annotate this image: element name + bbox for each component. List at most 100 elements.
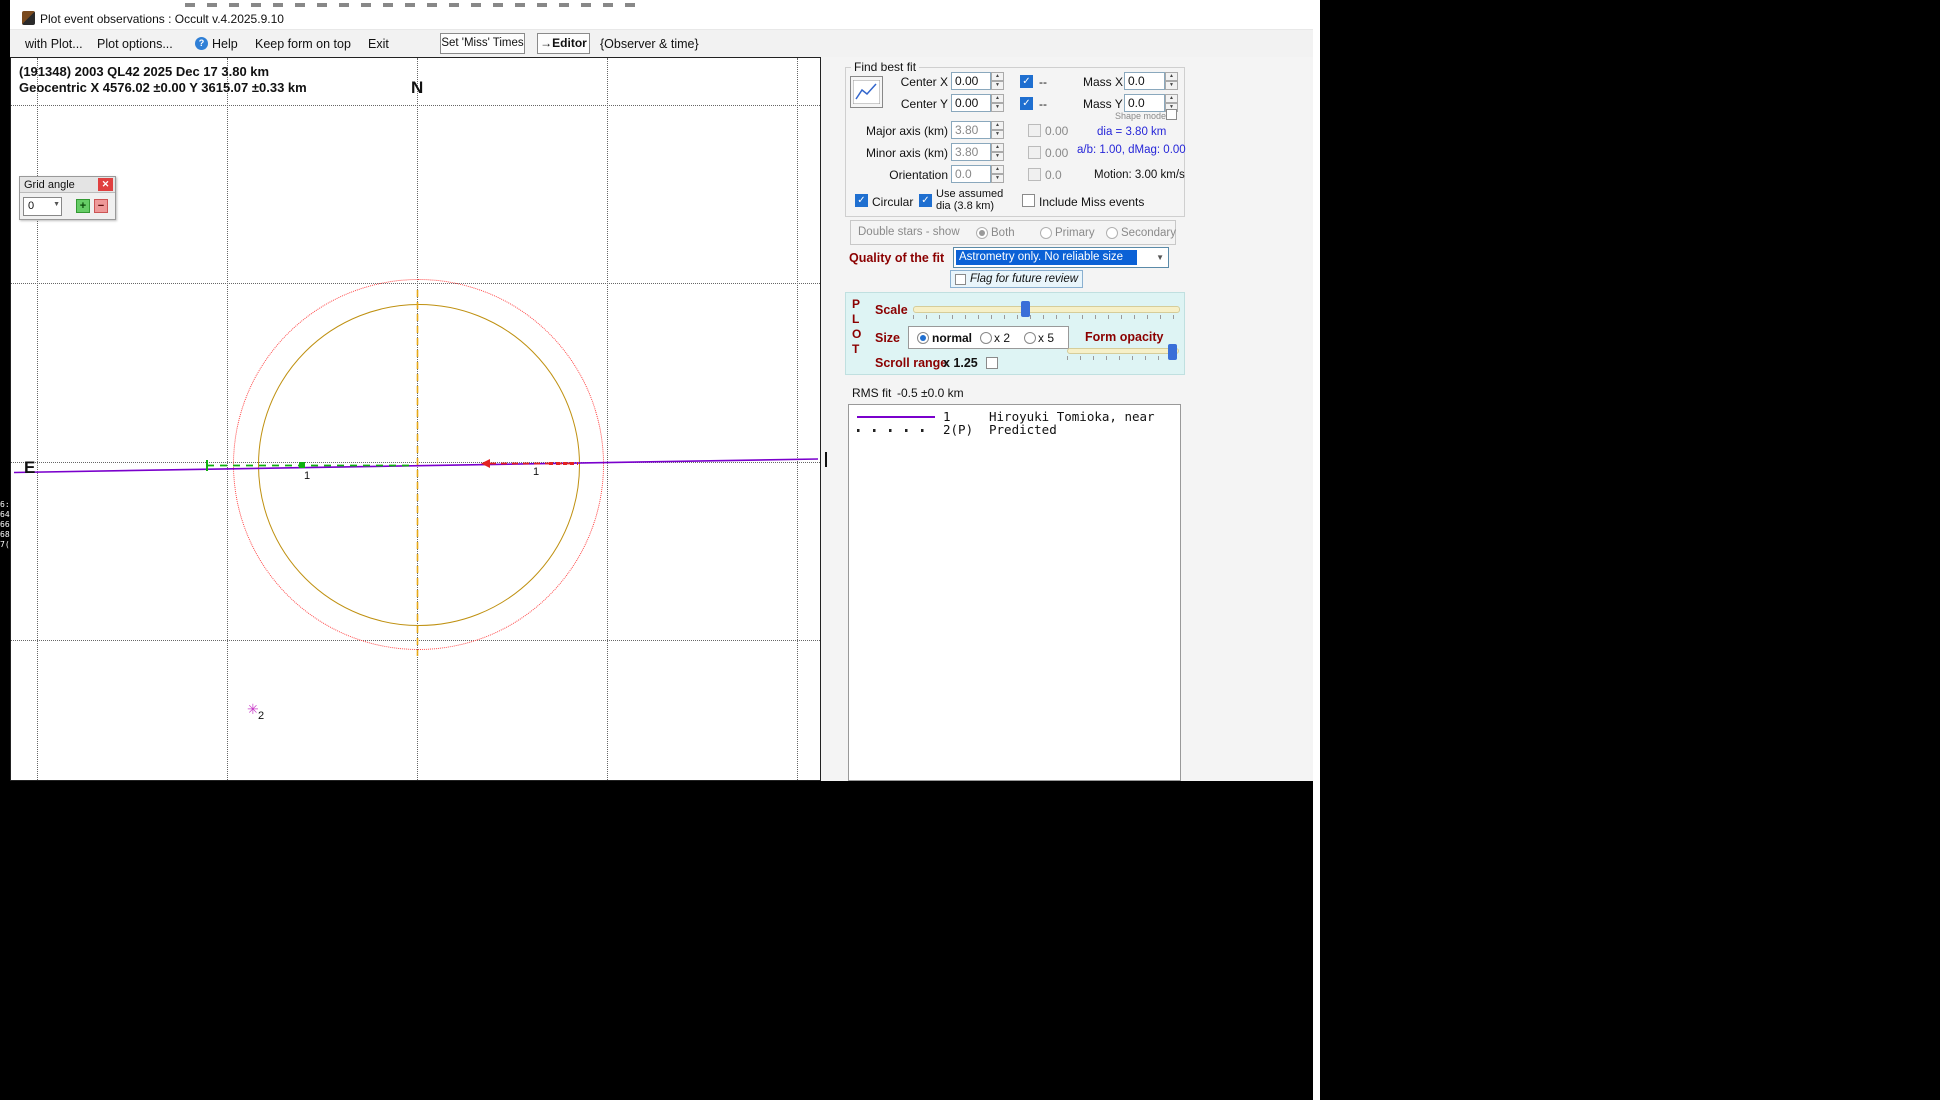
observer-time-button[interactable]: {Observer & time}	[600, 37, 699, 51]
major-axis-alt-value: 0.00	[1045, 124, 1069, 138]
spinner-up-icon[interactable]: ▲	[1165, 94, 1178, 103]
edge-fragment: 68	[0, 530, 10, 539]
chord-number-label: 1	[533, 466, 540, 478]
grid-angle-value: 0	[28, 200, 35, 212]
double-stars-primary-label: Primary	[1055, 227, 1095, 239]
double-stars-secondary-label: Secondary	[1121, 227, 1176, 239]
chord-number-label: 1	[304, 470, 311, 482]
motion-info-text: Motion: 3.00 km/s	[1094, 169, 1185, 181]
chords-overlay: ✳	[13, 290, 819, 717]
menu-bar: with Plot... Plot options... ? Help Keep…	[10, 30, 1313, 57]
spinner-up-icon[interactable]: ▲	[991, 121, 1004, 130]
quality-combobox[interactable]: Astrometry only. No reliable size ▼	[953, 247, 1169, 268]
shape-model-checkbox[interactable]	[1166, 109, 1177, 120]
chevron-down-icon[interactable]: ▼	[53, 201, 60, 208]
grid-angle-dropdown[interactable]: 0 ▼	[23, 197, 62, 216]
observer-1-line-sample	[857, 416, 935, 418]
orientation-spinner[interactable]: ▲ ▼	[991, 165, 1004, 183]
center-y-spinner[interactable]: ▲ ▼	[991, 94, 1004, 112]
orientation-field[interactable]: 0.0	[951, 165, 991, 183]
include-miss-checkbox[interactable]	[1022, 194, 1035, 207]
minor-axis-field[interactable]: 3.80	[951, 143, 991, 161]
grid-angle-minus-button[interactable]: −	[94, 199, 108, 213]
observer-track-line[interactable]	[13, 458, 819, 474]
legend-row-number: 2(P)	[943, 422, 974, 437]
scale-slider-track[interactable]	[913, 306, 1180, 313]
plot-controls-panel: P L O T Scale Size normal x 2 x 5 Form o…	[845, 292, 1185, 375]
size-x2-radio[interactable]	[980, 332, 992, 344]
flag-review-label: Flag for future review	[970, 273, 1079, 285]
minor-axis-alt-checkbox	[1028, 146, 1041, 159]
minor-axis-spinner[interactable]: ▲ ▼	[991, 143, 1004, 161]
plot-title-line2: Geocentric X 4576.02 ±0.00 Y 3615.07 ±0.…	[19, 80, 307, 95]
spinner-up-icon[interactable]: ▲	[991, 94, 1004, 103]
orientation-alt-checkbox	[1028, 168, 1041, 181]
plot-area: ✳ (191348) 2003 QL42 2025 Dec 17 3.80 km…	[10, 57, 821, 781]
left-edge-fragments: 6: 64 66 68 7(	[0, 500, 10, 550]
use-assumed-label-2: dia (3.8 km)	[936, 200, 995, 212]
size-x5-radio[interactable]	[1024, 332, 1036, 344]
center-y-checkbox[interactable]	[1020, 97, 1033, 110]
center-x-label: Center X	[900, 75, 948, 89]
chevron-down-icon[interactable]: ▼	[1156, 253, 1164, 262]
circular-label: Circular	[872, 195, 914, 209]
legend-row[interactable]: 1 Hiroyuki Tomioka, near	[849, 405, 1180, 424]
star-number-label: 2	[258, 710, 265, 722]
spinner-up-icon[interactable]: ▲	[991, 165, 1004, 174]
spinner-up-icon[interactable]: ▲	[991, 72, 1004, 81]
edge-fragment: 7(	[0, 540, 10, 549]
spinner-down-icon[interactable]: ▼	[991, 81, 1004, 90]
mass-x-field[interactable]: 0.0	[1124, 72, 1165, 90]
screen: Plot event observations : Occult v.4.202…	[0, 0, 1940, 1100]
flag-review-checkbox[interactable]	[955, 274, 966, 285]
edge-fragment: 66	[0, 520, 10, 529]
set-miss-times-button[interactable]: Set 'Miss' Times	[440, 33, 525, 54]
orientation-label: Orientation	[889, 168, 948, 182]
spinner-up-icon[interactable]: ▲	[991, 143, 1004, 152]
plot-letter: O	[852, 327, 862, 341]
shape-model-label: Shape model	[1115, 111, 1169, 121]
spinner-down-icon[interactable]: ▼	[1165, 81, 1178, 90]
size-normal-radio[interactable]	[917, 332, 929, 344]
spinner-down-icon[interactable]: ▼	[991, 103, 1004, 112]
grid-angle-plus-button[interactable]: +	[76, 199, 90, 213]
center-x-field[interactable]: 0.00	[951, 72, 991, 90]
size-normal-label: normal	[932, 331, 973, 345]
dia-info-text: dia = 3.80 km	[1097, 126, 1167, 138]
scroll-range-checkbox[interactable]	[986, 357, 998, 369]
circular-checkbox[interactable]	[855, 194, 868, 207]
menu-exit[interactable]: Exit	[368, 37, 389, 51]
center-x-checkbox[interactable]	[1020, 75, 1033, 88]
legend-row[interactable]: 2(P) Predicted	[849, 419, 1180, 437]
east-label: E	[24, 458, 36, 477]
major-axis-spinner[interactable]: ▲ ▼	[991, 121, 1004, 139]
menu-with-plot[interactable]: with Plot...	[25, 37, 83, 51]
spinner-down-icon[interactable]: ▼	[991, 174, 1004, 183]
green-chord-marker[interactable]	[299, 462, 305, 468]
quality-selection-highlight: Astrometry only. No reliable size	[956, 250, 1137, 265]
mass-x-spinner[interactable]: ▲ ▼	[1165, 72, 1178, 90]
scale-slider-thumb[interactable]	[1021, 301, 1030, 317]
fit-chart-button[interactable]	[850, 76, 883, 108]
center-x-spinner[interactable]: ▲ ▼	[991, 72, 1004, 90]
menu-keep-on-top[interactable]: Keep form on top	[255, 37, 351, 51]
opacity-slider-thumb[interactable]	[1168, 344, 1177, 360]
spinner-down-icon[interactable]: ▼	[991, 152, 1004, 161]
opacity-slider-track[interactable]	[1067, 348, 1179, 354]
mass-y-field[interactable]: 0.0	[1124, 94, 1165, 112]
major-axis-field[interactable]: 3.80	[951, 121, 991, 139]
flag-review-container: Flag for future review	[950, 270, 1083, 288]
ab-dmag-info-text: a/b: 1.00, dMag: 0.00	[1077, 144, 1186, 156]
menu-plot-options[interactable]: Plot options...	[97, 37, 173, 51]
spinner-down-icon[interactable]: ▼	[991, 130, 1004, 139]
menu-help[interactable]: Help	[212, 37, 238, 51]
editor-button[interactable]: →Editor	[537, 33, 590, 54]
help-icon[interactable]: ?	[195, 37, 208, 50]
use-assumed-dia-checkbox[interactable]	[919, 194, 932, 207]
center-y-field[interactable]: 0.00	[951, 94, 991, 112]
spinner-up-icon[interactable]: ▲	[1165, 72, 1178, 81]
close-icon[interactable]: ✕	[98, 178, 113, 191]
east-line-end-tick	[825, 452, 827, 467]
plot-letter: T	[852, 342, 860, 356]
center-x-dashes: --	[1039, 75, 1047, 89]
